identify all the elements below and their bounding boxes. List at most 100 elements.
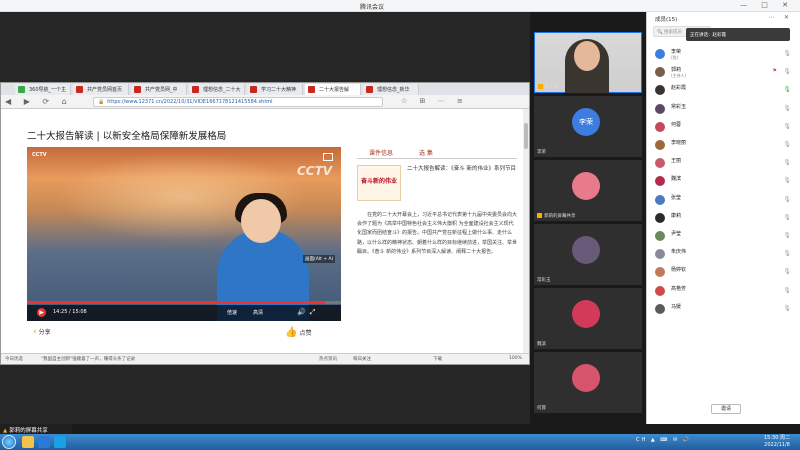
member-row[interactable]: 郭莉 (主持人) ⚑ 🎙 [647,64,800,80]
url-field[interactable]: 🔒 https://www.12371.cn/2022/10/31/VIDE166… [93,97,383,107]
meeting-app-icon[interactable] [54,436,66,448]
member-row[interactable]: 尹莹 🎙 [647,228,800,244]
video-tile-avatar[interactable]: 魏滨 [534,288,642,349]
mic-icon[interactable]: 🎙 [783,305,791,312]
member-row[interactable]: 赵彩霞 🎙 [647,82,800,98]
mic-icon[interactable]: 🎙 [783,123,791,130]
status-today-picks[interactable]: 今日优选 [5,356,23,362]
pip-label[interactable]: 画面(Alt + A) [303,255,336,263]
avatar: 李荣 [572,108,600,136]
invite-button[interactable]: 邀请 [711,404,741,414]
video-controls: ▶ 14:25 / 15:08 倍速 高清 🔊⤢ [27,305,341,321]
browser-tab[interactable]: 二十大报告解 [305,84,361,95]
member-row[interactable]: 高艳芳 🎙 [647,283,800,299]
mic-icon[interactable]: 🎙 [783,141,791,148]
status-news-ticker[interactable]: "我国自主创新"强顺喜了一声，赚得头条了记录 [41,356,135,362]
avatar [655,103,665,114]
video-tile-avatar[interactable]: 李荣 李荣 [534,96,642,157]
mic-icon[interactable]: 🎙 [783,86,791,93]
avatar [655,194,665,205]
start-button[interactable] [2,435,16,449]
members-header: 成员(15) ⋯ ✕ [647,12,800,24]
video-player[interactable]: CCTV CCTV 画面(Alt + A) ▶ 14:25 / 15:08 倍速… [27,147,341,321]
member-row[interactable]: 常彩玉 🎙 [647,101,800,117]
video-tile-screen-share[interactable]: 郭莉的屏幕共享 [534,160,642,221]
member-row[interactable]: 朱庆伟 🎙 [647,246,800,262]
status-hot-news[interactable]: 热点资讯 [319,356,337,362]
tab-label: 理想信念_新华 [377,87,410,93]
tab-label: 理想信念_二十大 [203,87,241,93]
mic-icon[interactable]: 🎙 [783,196,791,203]
mic-icon[interactable]: 🎙 [783,159,791,166]
browser-tool-icons[interactable]: ☆ ⊞ ⋯ ≡ [401,97,468,105]
program-title[interactable]: 二十大报告解读：《奋斗 新的伟业》系列节目 [407,165,517,174]
member-role: (主持人) [671,73,687,79]
volume-fullscreen-icons[interactable]: 🔊⤢ [297,308,319,317]
program-description: 在党的二十大开幕会上，习近平总书记代表第十九届中央委员会向大会作了题为《高举中国… [357,212,518,255]
avatar [655,231,665,241]
window-controls[interactable]: — □ ✕ [740,1,794,9]
video-progress-bar[interactable] [27,301,341,304]
like-button[interactable]: 👍 点赞 [285,327,311,338]
video-progress-fill [27,301,326,304]
tab-episodes[interactable]: 选 集 [419,148,433,157]
nav-buttons-icons[interactable]: ◀ ▶ ⟳ ⌂ [5,97,72,106]
tab-favicon-icon [308,86,315,93]
tab-favicon-icon [250,86,257,93]
member-row[interactable]: 康莉 🎙 [647,210,800,226]
browser-icon[interactable] [38,436,50,448]
browser-status-bar: 今日优选 "我国自主创新"强顺喜了一声，赚得头条了记录 热点资讯 每日关注 下载… [1,353,529,364]
mic-icon[interactable]: 🎙 [783,50,791,57]
status-download[interactable]: 下载 [433,356,442,362]
tab-course-info[interactable]: 课件信息 [369,148,393,157]
system-tray[interactable]: CH ▲ ⌨ ✉ 🔊 [636,437,691,443]
members-panel: 成员(15) ⋯ ✕ 🔍 搜索成员 李荣 (我) 🎙 郭莉 (主持人) ⚑ 🎙 赵彩霞 🎙 常彩玉… [646,12,800,424]
screen-share-indicator[interactable]: ▲ 郭莉的屏幕共享 [0,424,72,434]
program-thumbnail[interactable]: 奋斗新的伟业 [357,165,401,201]
tab-label: 共产党员网_中 [145,87,178,93]
video-tile-camera[interactable]: 赵彩霞 [534,32,642,93]
member-name: 魏滨 [671,176,682,183]
scrollbar-thumb[interactable] [524,123,528,149]
member-row[interactable]: 杨婷钦 🎙 [647,264,800,280]
member-row[interactable]: 李晓丽 🎙 [647,137,800,153]
tile-name: 常彩玉 [537,278,551,283]
speed-button[interactable]: 倍速 [227,309,237,316]
url-text: https://www.12371.cn/2022/10/31/VIDE1667… [107,99,273,105]
mic-icon[interactable]: 🎙 [783,268,791,275]
browser-tab[interactable]: 理想信念_二十大 [189,84,245,95]
mic-icon[interactable]: 🎙 [783,287,791,294]
browser-tab[interactable]: 共产党员网_中 [131,84,187,95]
quality-button[interactable]: 高清 [253,309,263,316]
browser-tab[interactable]: 学习二十大精神 [247,84,303,95]
member-row[interactable]: 马媛 🎙 [647,301,800,317]
tile-name: 赵彩霞 [538,84,559,90]
member-row[interactable]: 何蓉 🎙 [647,119,800,135]
play-icon[interactable]: ▶ [37,308,46,317]
mic-icon[interactable]: 🎙 [783,105,791,112]
browser-tab[interactable]: 360导航_一个主 [15,84,71,95]
mic-icon[interactable]: 🎙 [783,68,791,75]
member-row[interactable]: 王丽 🎙 [647,155,800,171]
clock[interactable]: 15:30 周二 2022/11/8 [764,435,790,449]
mic-icon[interactable]: 🎙 [783,177,791,184]
members-title: 成员(15) [655,17,678,23]
member-row[interactable]: 李荣 (我) 🎙 [647,46,800,62]
browser-tab[interactable]: 理想信念_新华 [363,84,419,95]
video-tile-avatar[interactable]: 常彩玉 [534,224,642,285]
status-daily-focus[interactable]: 每日关注 [353,356,371,362]
mic-icon[interactable]: 🎙 [783,250,791,257]
mic-icon[interactable]: 🎙 [783,232,791,239]
panel-controls[interactable]: ⋯ ✕ [768,14,793,21]
mic-icon[interactable]: 🎙 [783,214,791,221]
video-tile-avatar[interactable]: 何蓉 [534,352,642,413]
file-explorer-icon[interactable] [22,436,34,448]
member-row[interactable]: 张莹 🎙 [647,192,800,208]
member-row[interactable]: 魏滨 🎙 [647,173,800,189]
fullscreen-icon[interactable] [323,153,333,161]
avatar [655,176,665,187]
browser-tab[interactable]: 共产党员网首页 [73,84,129,95]
status-zoom[interactable]: 100% [509,356,522,361]
share-button[interactable]: ‹ 分享 [33,327,51,337]
member-list: 李荣 (我) 🎙 郭莉 (主持人) ⚑ 🎙 赵彩霞 🎙 常彩玉 🎙 何蓉 🎙 李晓丽 🎙 王丽 🎙 魏滨 🎙 张莹 🎙 康… [647,46,800,406]
